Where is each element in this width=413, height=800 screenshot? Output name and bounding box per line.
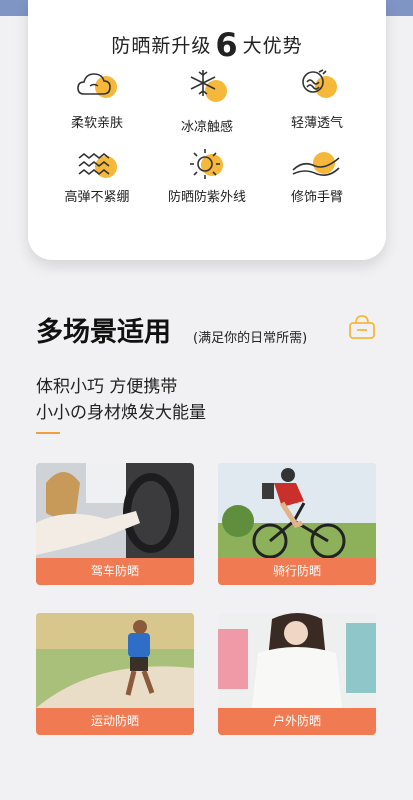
feature-uv: 防晒防紫外线 (152, 146, 262, 205)
scene-label: 户外防晒 (218, 708, 376, 735)
sun-icon (185, 146, 229, 180)
scene-label: 骑行防晒 (218, 558, 376, 585)
feature-arm: 修饰手臂 (262, 150, 372, 205)
snowflake-icon (185, 66, 229, 106)
feature-elastic: 高弹不紧绷 (42, 150, 152, 205)
scene-outdoor: 户外防晒 (218, 613, 376, 735)
description-line-2: 小小の身材焕发大能量 (36, 403, 206, 423)
scene-driving: 驾车防晒 (36, 463, 194, 585)
driving-image (36, 463, 194, 558)
card-title: 防晒新升级 6 大优势 (28, 26, 386, 64)
scene-label: 运动防晒 (36, 708, 194, 735)
feature-label: 修饰手臂 (290, 190, 343, 205)
features-card: 防晒新升级 6 大优势 柔软亲肤 冰凉触感 轻薄透气 高弹不紧绷 防晒防紫外线 … (28, 0, 386, 260)
feature-label: 防晒防紫外线 (167, 190, 246, 205)
bag-icon (348, 314, 376, 344)
cycling-image (218, 463, 376, 558)
section-subtitle: (满足你的日常所需) (193, 331, 308, 346)
feature-soft: 柔软亲肤 (42, 66, 152, 131)
feature-label: 高弹不紧绷 (64, 190, 130, 205)
running-image (36, 613, 194, 708)
feature-breathable: 轻薄透气 (262, 66, 372, 131)
title-number: 6 (215, 26, 239, 64)
wave-icon (75, 150, 119, 180)
feature-cool: 冰凉触感 (152, 66, 262, 135)
scene-label: 驾车防晒 (36, 558, 194, 585)
title-suffix: 大优势 (242, 35, 303, 57)
cloud-icon (75, 66, 119, 106)
breeze-icon (295, 66, 339, 106)
description-line-1: 体积小巧 方便携带 (36, 377, 178, 397)
outdoor-image (218, 613, 376, 708)
scene-cycling: 骑行防晒 (218, 463, 376, 585)
feature-label: 冰凉触感 (180, 120, 233, 135)
arm-icon (289, 150, 345, 180)
divider (36, 432, 60, 434)
feature-label: 柔软亲肤 (70, 116, 123, 131)
section-title: 多场景适用 (36, 317, 171, 348)
feature-label: 轻薄透气 (290, 116, 343, 131)
title-prefix: 防晒新升级 (111, 35, 212, 57)
scene-sports: 运动防晒 (36, 613, 194, 735)
